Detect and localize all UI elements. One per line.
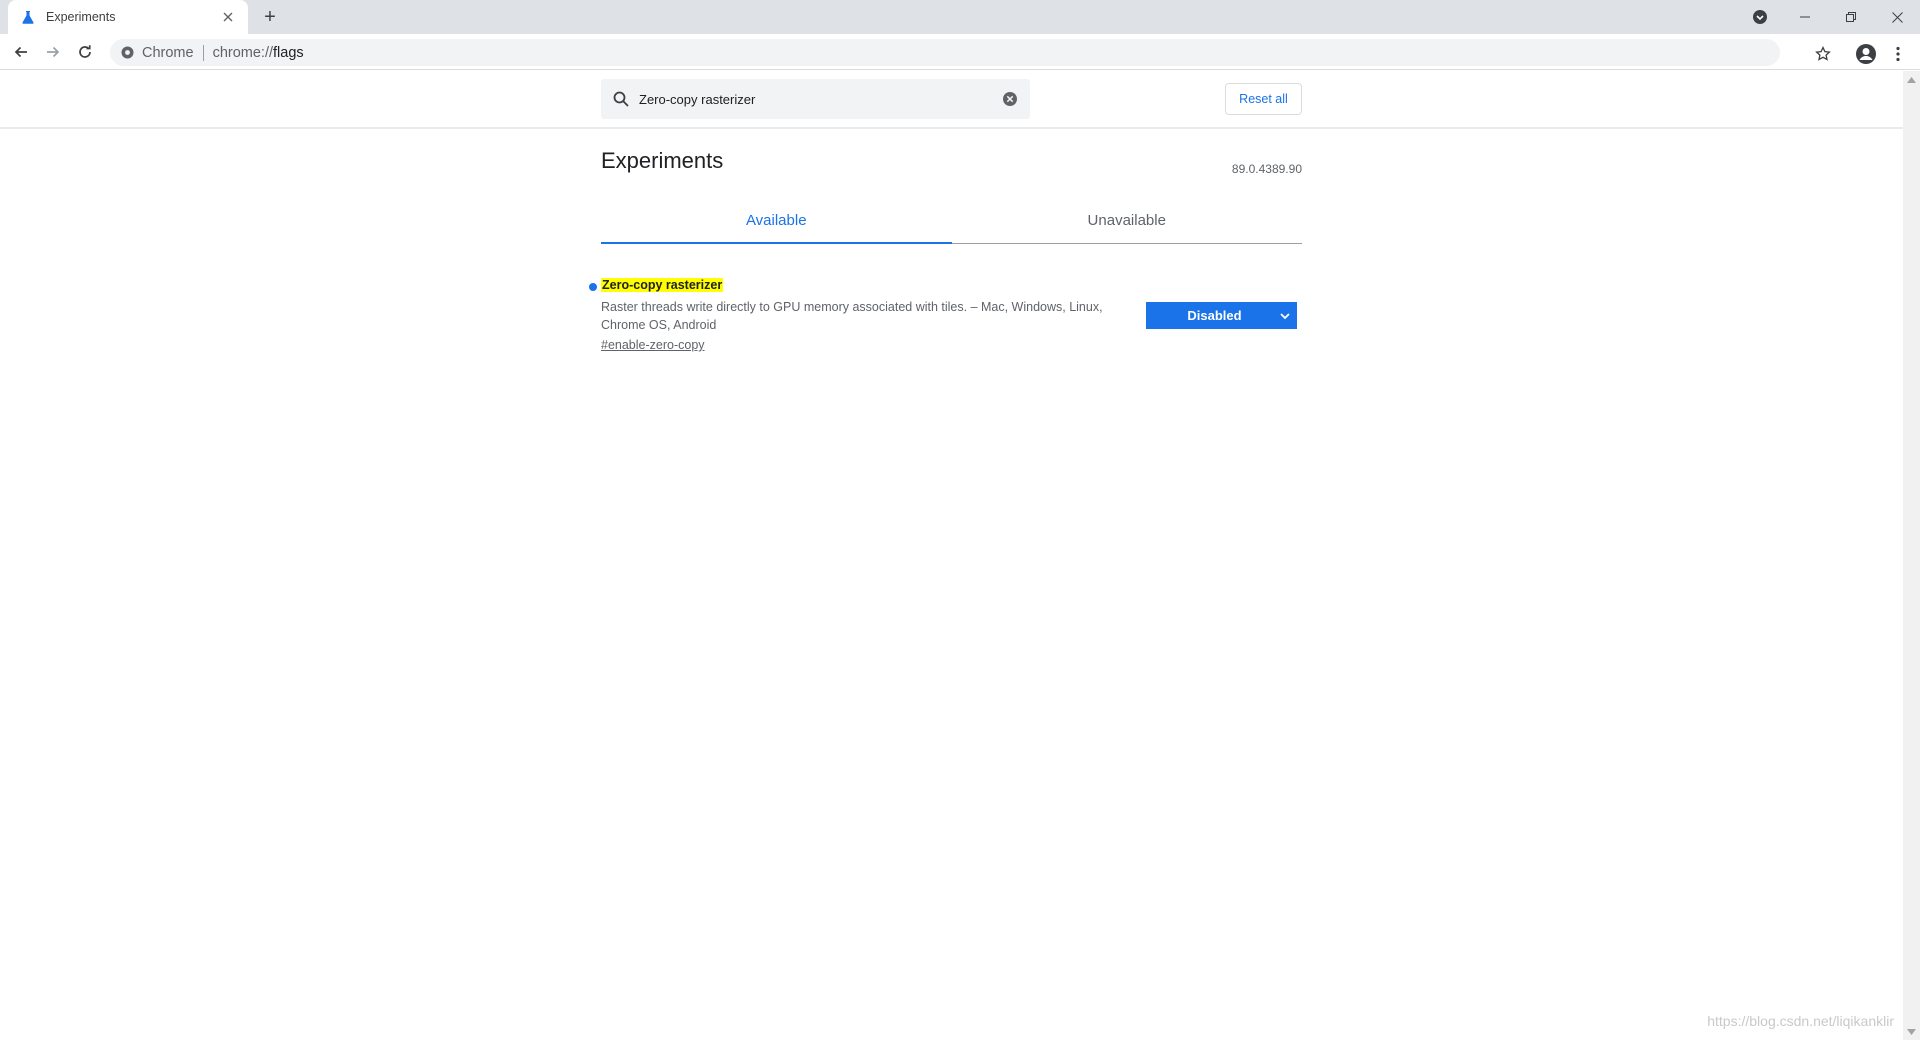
forward-button[interactable] [39, 38, 67, 66]
close-icon [1891, 11, 1903, 23]
reset-all-button[interactable]: Reset all [1225, 83, 1302, 115]
flags-tabs: Available Unavailable [601, 198, 1302, 244]
chevron-down-icon [1279, 310, 1291, 322]
browser-tab-experiments[interactable]: Experiments [8, 0, 248, 34]
tab-search-icon [1753, 10, 1767, 24]
chrome-site-icon [120, 46, 134, 60]
arrow-right-icon [47, 46, 60, 58]
url-scheme: chrome:// [212, 44, 274, 61]
version-label: 89.0.4389.90 [1231, 162, 1302, 176]
search-input[interactable]: Zero-copy rasterizer [639, 92, 1002, 107]
plus-icon: + [264, 5, 276, 28]
scroll-down-icon[interactable] [1907, 1027, 1916, 1036]
minimize-icon [1800, 16, 1810, 18]
page-scrollbar[interactable] [1903, 71, 1920, 1040]
bookmark-star-button[interactable] [1811, 42, 1835, 66]
tab-available[interactable]: Available [601, 198, 952, 244]
more-vert-icon [1896, 46, 1900, 62]
flag-state-select[interactable]: Disabled [1146, 302, 1297, 329]
restore-button[interactable] [1828, 0, 1874, 34]
close-tab-icon[interactable] [220, 9, 236, 25]
address-bar[interactable]: Chrome chrome://flags [110, 39, 1780, 66]
modified-indicator-dot [589, 283, 597, 291]
url-host: flags [273, 44, 304, 61]
site-chip: Chrome [142, 44, 194, 61]
clear-search-icon[interactable] [1002, 91, 1018, 107]
flags-header: Zero-copy rasterizer Reset all [0, 71, 1903, 129]
tab-strip: Experiments + [0, 0, 1920, 34]
star-icon [1815, 46, 1831, 61]
new-tab-button[interactable]: + [258, 5, 282, 29]
flask-icon [20, 9, 36, 25]
account-icon [1856, 44, 1876, 64]
reload-button[interactable] [71, 38, 99, 66]
page-title: Experiments [601, 148, 724, 173]
tab-unavailable[interactable]: Unavailable [952, 198, 1303, 243]
back-button[interactable] [7, 38, 35, 66]
flags-search-box[interactable]: Zero-copy rasterizer [601, 79, 1030, 119]
scroll-up-icon[interactable] [1907, 75, 1916, 84]
minimize-button[interactable] [1782, 0, 1828, 34]
restore-icon [1846, 12, 1856, 22]
close-window-button[interactable] [1874, 0, 1920, 34]
tab-search-button[interactable] [1737, 0, 1783, 34]
arrow-left-icon [14, 46, 27, 58]
flag-state-value: Disabled [1187, 308, 1242, 323]
tab-title: Experiments [46, 10, 116, 24]
flag-permalink[interactable]: #enable-zero-copy [601, 338, 705, 352]
reload-icon [79, 45, 91, 58]
flag-description: Raster threads write directly to GPU mem… [601, 300, 1103, 332]
browser-toolbar: Chrome chrome://flags [0, 34, 1920, 70]
watermark-text: https://blog.csdn.net/liqikanklir [1707, 1013, 1894, 1029]
search-icon [613, 91, 629, 107]
profile-button[interactable] [1852, 40, 1880, 68]
browser-menu-button[interactable] [1890, 40, 1906, 68]
flag-name: Zero-copy rasterizer [601, 278, 724, 292]
omnibox-separator [202, 44, 204, 61]
